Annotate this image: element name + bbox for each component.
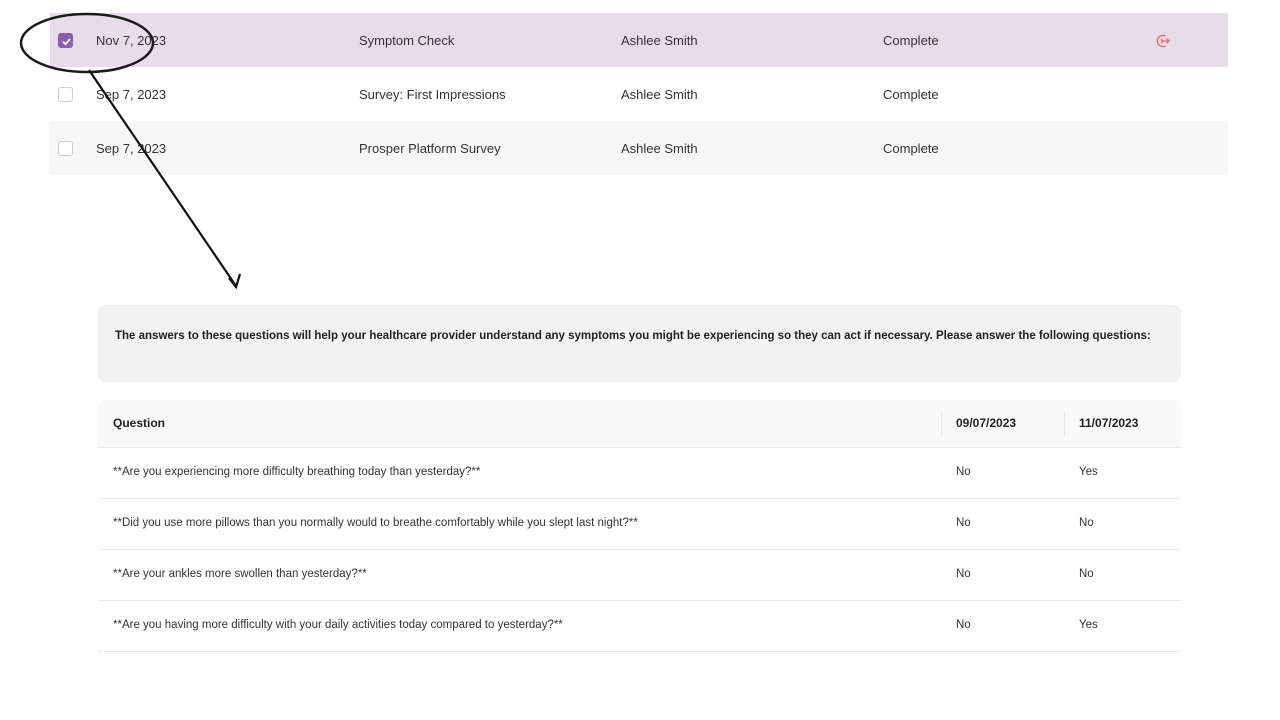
answer-date1: No: [956, 619, 971, 631]
question-text: **Are your ankles more swollen than yest…: [113, 568, 367, 580]
row-checkbox[interactable]: [58, 33, 73, 48]
table-row: **Are your ankles more swollen than yest…: [98, 550, 1181, 601]
questions-table: Question 09/07/2023 11/07/2023 **Are you…: [98, 400, 1181, 652]
answer-date1: No: [956, 517, 971, 529]
record-date: Sep 7, 2023: [96, 140, 167, 156]
intro-banner: The answers to these questions will help…: [98, 305, 1181, 382]
header-date2: 11/07/2023: [1079, 416, 1139, 430]
record-name[interactable]: Survey: First Impressions: [359, 87, 506, 102]
question-text: **Are you experiencing more difficulty b…: [113, 466, 481, 478]
record-status: Complete: [883, 140, 939, 156]
record-patient: Ashlee Smith: [621, 32, 698, 48]
header-divider: [941, 412, 942, 436]
table-row: **Are you experiencing more difficulty b…: [98, 448, 1181, 499]
record-row[interactable]: Nov 7, 2023 Symptom Check Ashlee Smith C…: [50, 13, 1228, 67]
record-date: Sep 7, 2023: [96, 86, 167, 102]
record-status: Complete: [883, 86, 939, 102]
record-row[interactable]: Sep 7, 2023 Prosper Platform Survey Ashl…: [50, 121, 1228, 175]
answer-date2: Yes: [1079, 466, 1098, 478]
record-name[interactable]: Symptom Check: [359, 33, 454, 48]
record-date: Nov 7, 2023: [96, 32, 167, 48]
table-row: **Are you having more difficulty with yo…: [98, 601, 1181, 652]
answer-date2: No: [1079, 517, 1094, 529]
record-row[interactable]: Sep 7, 2023 Survey: First Impressions As…: [50, 67, 1228, 121]
table-row: **Did you use more pillows than you norm…: [98, 499, 1181, 550]
table-header: Question 09/07/2023 11/07/2023: [98, 400, 1181, 448]
answer-date1: No: [956, 568, 971, 580]
answer-date2: Yes: [1079, 619, 1098, 631]
record-patient: Ashlee Smith: [621, 140, 698, 156]
answer-date2: No: [1079, 568, 1094, 580]
header-question: Question: [113, 416, 166, 430]
header-divider: [1064, 412, 1065, 436]
record-name[interactable]: Prosper Platform Survey: [359, 141, 501, 156]
records-list: Nov 7, 2023 Symptom Check Ashlee Smith C…: [50, 13, 1228, 175]
record-patient: Ashlee Smith: [621, 86, 698, 102]
annotation-arrowhead: [228, 273, 242, 290]
row-checkbox[interactable]: [58, 87, 73, 102]
export-arrow-icon[interactable]: [1155, 33, 1171, 49]
record-status: Complete: [883, 32, 939, 48]
question-text: **Did you use more pillows than you norm…: [113, 517, 638, 529]
row-checkbox[interactable]: [58, 141, 73, 156]
answer-date1: No: [956, 466, 971, 478]
question-text: **Are you having more difficulty with yo…: [113, 619, 563, 631]
checkmark-icon: [62, 38, 71, 46]
header-date1: 09/07/2023: [956, 416, 1017, 430]
